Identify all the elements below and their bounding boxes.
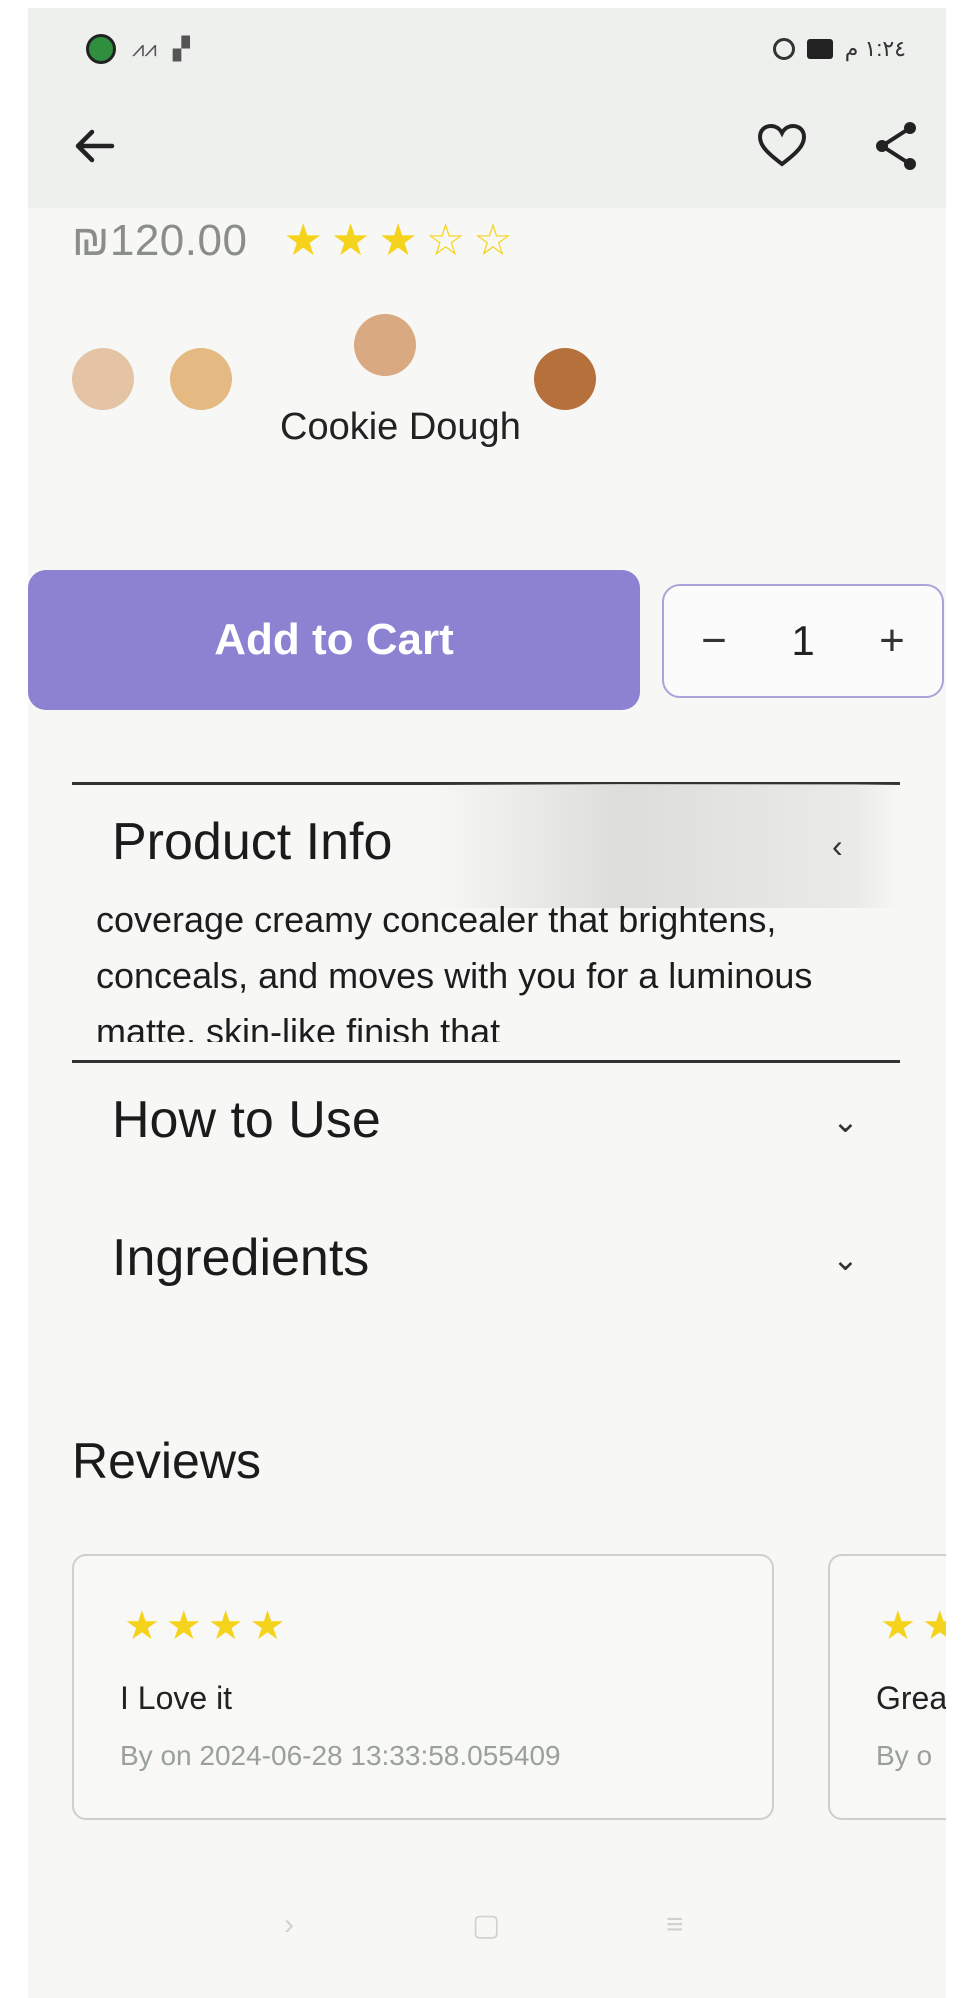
heart-icon xyxy=(757,123,807,167)
shade-swatch[interactable] xyxy=(170,348,232,410)
back-button[interactable] xyxy=(68,118,124,174)
selected-shade-name: Cookie Dough xyxy=(280,406,521,448)
review-title: I Love it xyxy=(120,1680,233,1716)
wifi-icon: ⩘⩘ xyxy=(132,36,157,61)
review-meta: By o xyxy=(876,1740,933,1771)
shade-swatch[interactable] xyxy=(534,348,596,410)
increase-quantity-button[interactable]: + xyxy=(864,616,920,666)
section-title: Product Info xyxy=(112,813,393,871)
decrease-quantity-button[interactable]: − xyxy=(686,616,742,666)
star-filled-icon: ★ xyxy=(124,1604,160,1648)
add-to-cart-button[interactable]: Add to Cart xyxy=(28,570,640,710)
product-info-text: coverage creamy concealer that brightens… xyxy=(96,899,813,1042)
share-button[interactable] xyxy=(868,118,924,174)
shade-swatch-selected[interactable] xyxy=(354,314,416,376)
nav-back-button[interactable]: › xyxy=(284,1908,294,1942)
review-title: Grea xyxy=(876,1680,946,1716)
section-title: Ingredients xyxy=(112,1229,370,1287)
section-how-to-use[interactable]: How to Use ⌄ xyxy=(72,1062,900,1182)
cast-icon: ▞ xyxy=(172,36,190,61)
product-price: ₪120.00 xyxy=(72,216,248,265)
star-outline-icon: ☆ xyxy=(425,216,466,265)
star-outline-icon: ☆ xyxy=(473,216,513,265)
star-filled-icon: ★ xyxy=(249,1604,286,1648)
star-filled-icon: ★ xyxy=(922,1606,946,1646)
top-app-bar: ⩘⩘ ▞ ١:٢٤ م xyxy=(28,8,946,208)
app-screen: ⩘⩘ ▞ ١:٢٤ م ₪120.00 ★ ★ ★ ☆ ☆ Cookie Dou… xyxy=(28,8,946,1998)
star-filled-icon: ★ xyxy=(880,1604,916,1648)
app-notification-icon xyxy=(86,34,116,64)
chevron-left-icon: ‹ xyxy=(832,828,843,864)
status-time: ١:٢٤ م xyxy=(844,36,906,61)
screen-record-icon xyxy=(806,39,833,59)
product-rating: ★ ★ ★ ☆ ☆ xyxy=(283,219,512,263)
favorite-button[interactable] xyxy=(754,118,810,174)
arrow-left-icon xyxy=(75,129,115,163)
chevron-down-icon: ⌄ xyxy=(832,1241,859,1277)
review-card[interactable]: ★ ★ Grea By o xyxy=(828,1554,946,1820)
vpn-icon xyxy=(772,38,795,60)
review-card[interactable]: ★ ★ ★ ★ I Love it By on 2024-06-28 13:33… xyxy=(72,1554,774,1820)
star-filled-icon: ★ xyxy=(207,1604,244,1648)
review-rating: ★ ★ xyxy=(880,1606,946,1646)
system-nav-bar: › ▢ ≡ xyxy=(28,1888,946,1978)
quantity-stepper: − 1 + xyxy=(662,584,944,698)
status-icons-left: ⩘⩘ ▞ xyxy=(86,34,190,64)
price-rating-row: ₪120.00 ★ ★ ★ ☆ ☆ xyxy=(72,216,513,266)
quantity-value: 1 xyxy=(791,617,815,664)
section-ingredients[interactable]: Ingredients ⌄ xyxy=(72,1200,900,1320)
star-filled-icon: ★ xyxy=(330,216,371,265)
star-filled-icon: ★ xyxy=(165,1604,202,1648)
shade-swatch[interactable] xyxy=(72,348,134,410)
star-filled-icon: ★ xyxy=(283,216,323,265)
review-meta: By on 2024-06-28 13:33:58.055409 xyxy=(120,1740,561,1771)
nav-home-button[interactable]: ▢ xyxy=(472,1908,500,1943)
star-filled-icon: ★ xyxy=(378,216,418,265)
chevron-down-icon: ⌄ xyxy=(832,1103,859,1139)
section-product-info[interactable]: Product Info ‹ xyxy=(72,784,902,908)
share-icon xyxy=(876,122,916,170)
reviews-heading: Reviews xyxy=(72,1433,261,1489)
status-icons-right: ١:٢٤ م xyxy=(772,36,906,62)
nav-recents-button[interactable]: ≡ xyxy=(666,1908,684,1942)
section-title: How to Use xyxy=(112,1091,381,1149)
review-rating: ★ ★ ★ ★ xyxy=(124,1606,285,1646)
